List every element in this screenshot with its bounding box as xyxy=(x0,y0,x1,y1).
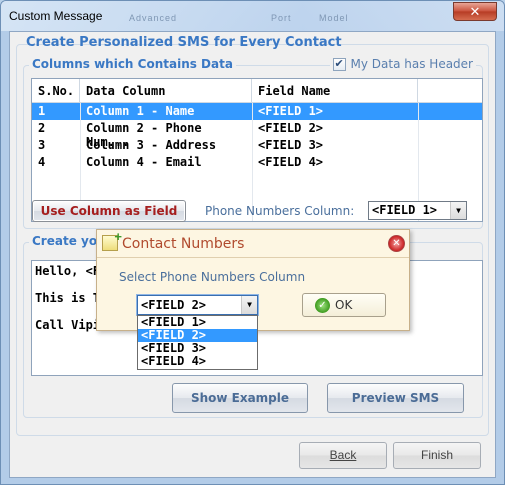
row-data-column: Column 1 - Name xyxy=(86,104,195,118)
my-data-has-header-checkbox[interactable]: My Data has Header xyxy=(329,57,476,71)
grid-header-field-name[interactable]: Field Name xyxy=(252,79,418,102)
row-data-column: Column 2 - Phone Num... xyxy=(86,121,202,149)
ghost-menu-model: Model xyxy=(319,13,349,23)
preview-sms-button[interactable]: Preview SMS xyxy=(327,383,464,413)
dropdown-option[interactable]: <FIELD 4> xyxy=(138,355,257,368)
columns-group-title: Columns which Contains Data xyxy=(29,57,236,71)
ghost-menu-port: Port xyxy=(271,13,292,23)
window-close-button[interactable]: ✕ xyxy=(453,2,497,21)
show-example-button[interactable]: Show Example xyxy=(172,383,308,413)
row-sno: 2 xyxy=(38,121,46,135)
row-data-column: Column 3 - Address xyxy=(86,138,217,152)
row-field-name: <FIELD 3> xyxy=(258,138,324,152)
phone-numbers-column-select[interactable]: <FIELD 1> ▼ xyxy=(368,201,467,220)
table-row[interactable]: 1 Column 1 - Name <FIELD 1> xyxy=(32,103,482,120)
use-column-as-field-button[interactable]: Use Column as Field xyxy=(32,200,186,222)
message-group-title: Create yo xyxy=(29,234,101,248)
title-bar[interactable]: Advanced Port Model Custom Message ✕ xyxy=(1,1,504,31)
phone-numbers-column-value: <FIELD 1> xyxy=(372,203,438,217)
checkbox-checked-icon[interactable] xyxy=(332,57,346,71)
phone-numbers-column-label: Phone Numbers Column: xyxy=(205,204,355,218)
ok-button[interactable]: ✓ OK xyxy=(302,293,386,317)
close-icon: ✕ xyxy=(469,4,481,19)
ghost-menu-advanced: Advanced xyxy=(129,13,178,23)
check-icon: ✓ xyxy=(315,298,330,313)
table-row[interactable]: 4 Column 4 - Email <FIELD 4> xyxy=(32,154,482,171)
add-document-icon xyxy=(102,229,122,251)
row-filler xyxy=(418,103,482,120)
row-field-name: <FIELD 1> xyxy=(258,104,324,118)
back-button[interactable]: Back xyxy=(299,442,387,469)
window-title: Custom Message xyxy=(9,9,103,23)
phone-column-dropdown-list[interactable]: <FIELD 1> <FIELD 2> <FIELD 3> <FIELD 4> xyxy=(137,315,258,370)
table-row[interactable]: 3 Column 3 - Address <FIELD 3> xyxy=(32,137,482,154)
row-sno: 1 xyxy=(38,104,46,118)
grid-header-row: S.No. Data Column Field Name xyxy=(32,79,482,103)
grid-header-sno[interactable]: S.No. xyxy=(32,79,80,102)
row-filler xyxy=(418,120,482,137)
popup-phone-column-value: <FIELD 2> xyxy=(141,298,207,312)
row-field-name: <FIELD 2> xyxy=(258,121,324,135)
grid-header-data-column[interactable]: Data Column xyxy=(80,79,252,102)
grid-header-filler xyxy=(418,79,482,102)
select-phone-numbers-label: Select Phone Numbers Column xyxy=(119,270,306,284)
contact-numbers-title: Contact Numbers xyxy=(122,236,245,252)
page-title: Create Personalized SMS for Every Contac… xyxy=(26,35,342,50)
row-filler xyxy=(418,137,482,154)
table-row[interactable]: 2 Column 2 - Phone Num... <FIELD 2> xyxy=(32,120,482,149)
ok-button-label: OK xyxy=(335,298,353,312)
finish-button[interactable]: Finish xyxy=(393,442,481,469)
row-filler xyxy=(418,154,482,171)
popup-close-icon[interactable]: ✕ xyxy=(388,235,405,252)
chevron-down-icon[interactable]: ▼ xyxy=(450,202,466,219)
chevron-down-icon[interactable]: ▼ xyxy=(241,296,257,314)
row-data-column: Column 4 - Email xyxy=(86,155,202,169)
popup-phone-column-select[interactable]: <FIELD 2> ▼ xyxy=(137,295,258,315)
row-field-name: <FIELD 4> xyxy=(258,155,324,169)
contact-numbers-title-bar[interactable]: Contact Numbers ✕ xyxy=(97,229,409,258)
row-sno: 3 xyxy=(38,138,46,152)
back-button-label: Back xyxy=(329,448,357,462)
my-data-has-header-label: My Data has Header xyxy=(350,57,473,71)
row-sno: 4 xyxy=(38,155,46,169)
